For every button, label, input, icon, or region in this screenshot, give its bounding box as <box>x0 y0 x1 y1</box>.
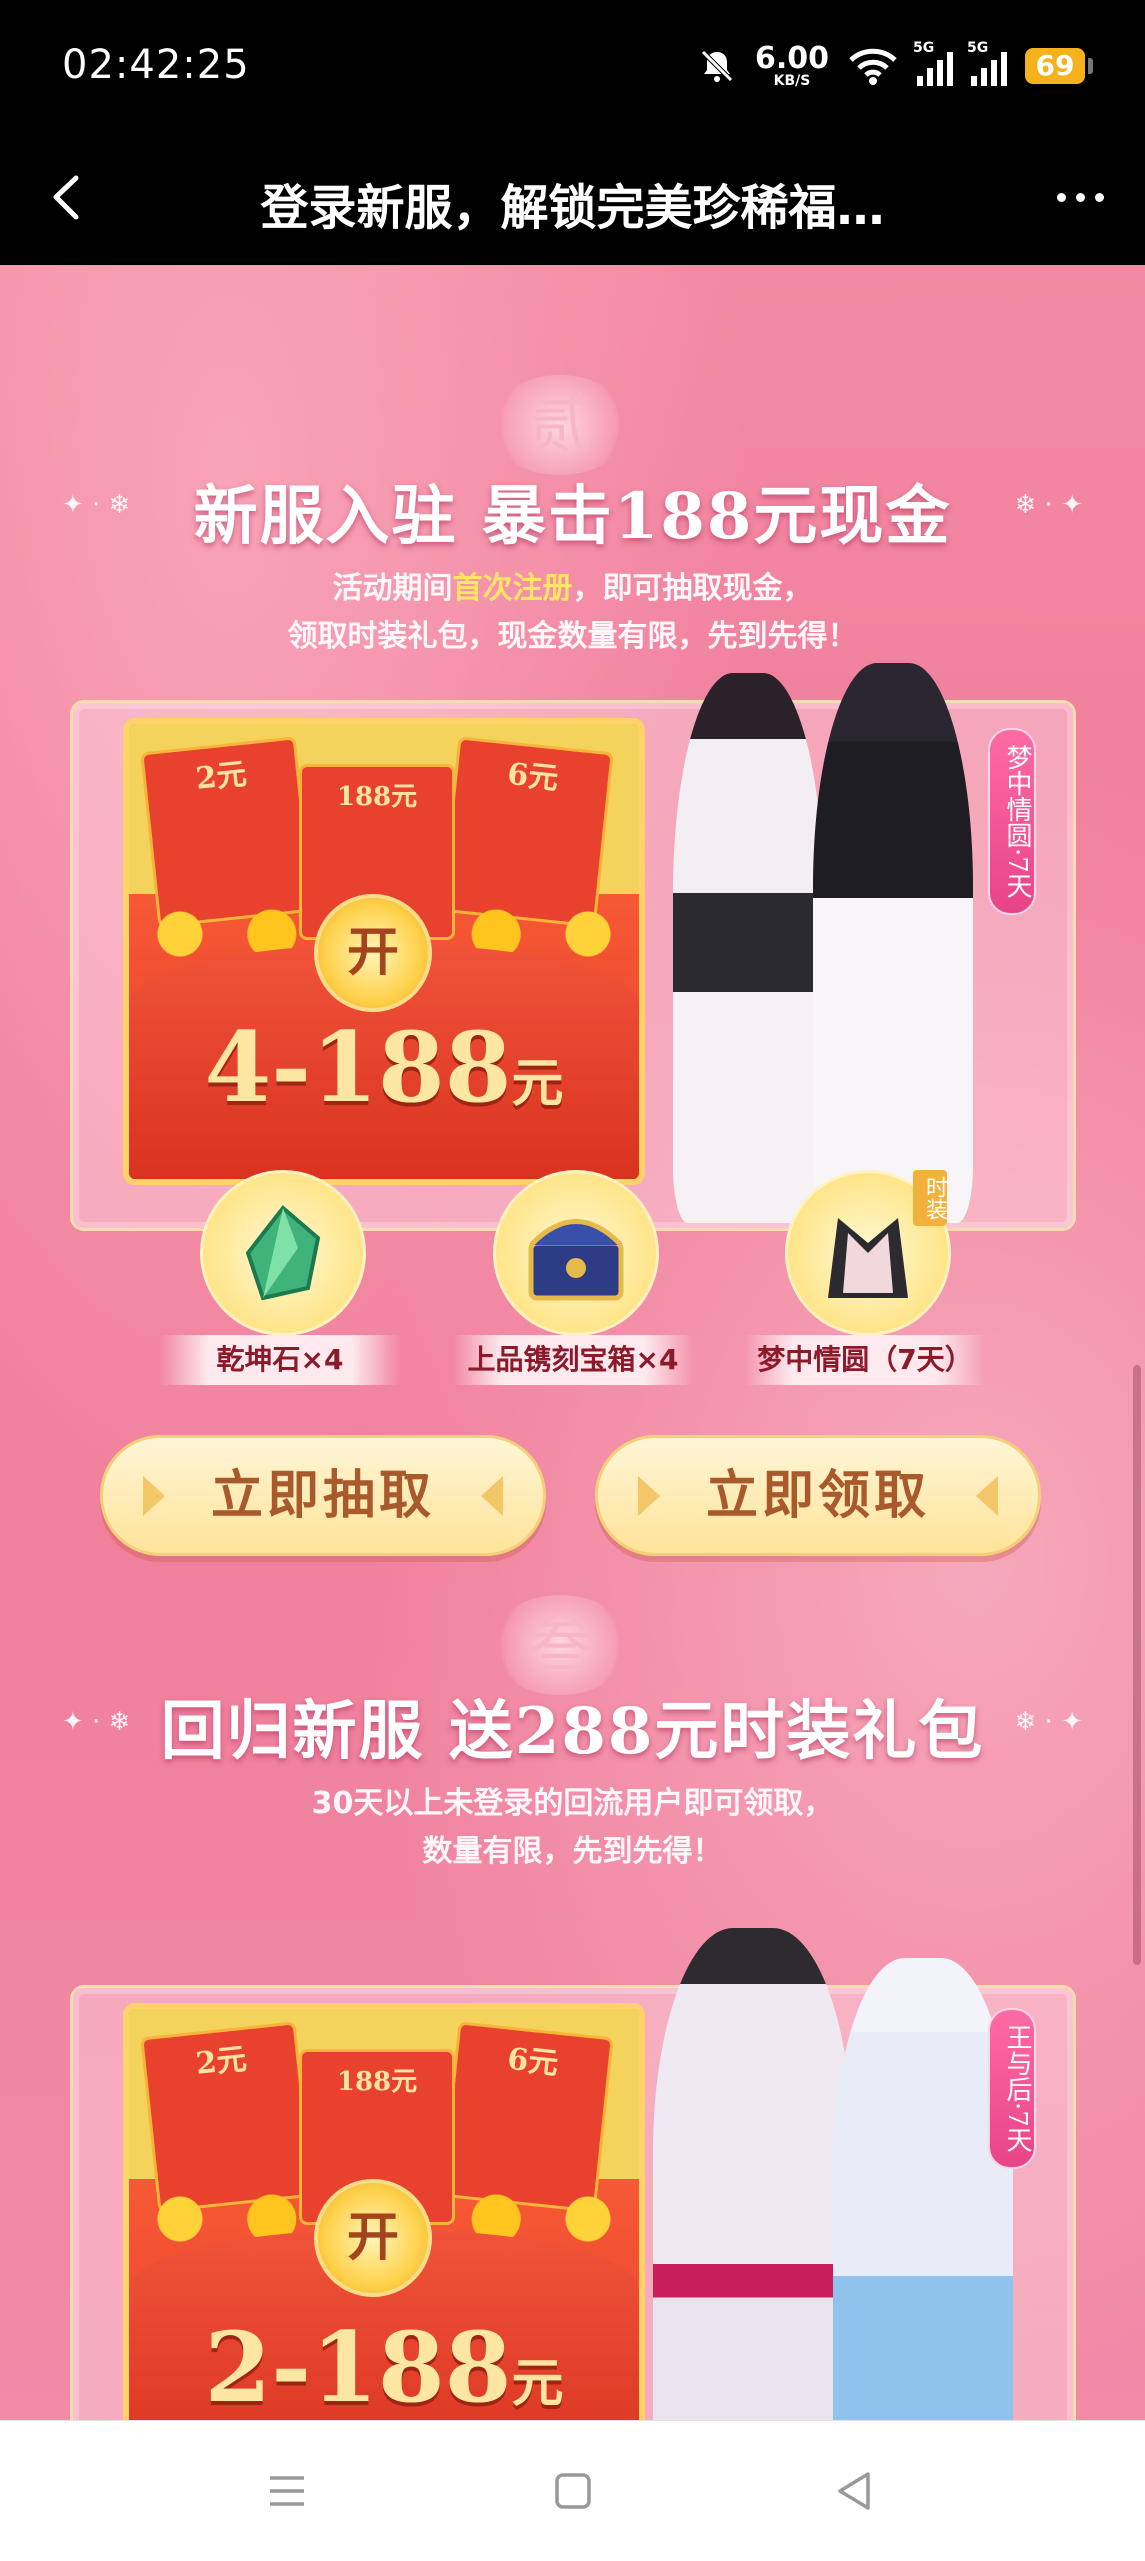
status-icons: 6.00 KB/S 5G 5G 69 <box>697 36 1093 96</box>
reward-label: 梦中情圆（7天） <box>745 1335 985 1385</box>
highlight-first-register: 首次注册 <box>452 571 573 606</box>
envelope-6-yuan: 6元 <box>440 2021 614 2213</box>
section-new-server: 贰 ✦ · ❄ ❄ · ✦ 新服入驻 暴击188元现金 活动期间首次注册，即可抽… <box>0 265 1145 1565</box>
male-character-illustration <box>813 663 973 1223</box>
envelope-2-yuan: 2元 <box>140 2021 314 2213</box>
section-returning-player: 叁 ✦ · ❄ ❄ · ✦ 回归新服 送288元时装礼包 30天以上未登录的回流… <box>0 1595 1145 2420</box>
queen-character-illustration <box>833 1958 1013 2420</box>
gem-icon <box>200 1170 366 1336</box>
scrollbar[interactable] <box>1133 1365 1141 1965</box>
wifi-icon <box>849 48 897 85</box>
section-description: 30天以上未登录的回流用户即可领取， 数量有限，先到先得！ <box>311 1786 834 1869</box>
reward-card: 2元 188元 6元 开 2-188元 王与后·7天 <box>70 1928 1076 2420</box>
section-title: 回归新服 送288元时装礼包 <box>160 1694 985 1769</box>
section-numeral: 贰 <box>490 375 630 475</box>
mute-notification-icon <box>701 50 733 82</box>
battery-icon: 69 <box>1025 48 1093 84</box>
cash-amount: 2-188元 <box>204 2311 564 2420</box>
event-page[interactable]: 贰 ✦ · ❄ ❄ · ✦ 新服入驻 暴击188元现金 活动期间首次注册，即可抽… <box>0 265 1145 2420</box>
more-menu-icon[interactable] <box>1045 170 1115 225</box>
section-title: 新服入驻 暴击188元现金 <box>193 479 952 554</box>
signal-icon-sim2: 5G <box>967 40 1007 86</box>
costume-duration-tag: 梦中情圆·7天 <box>988 728 1036 915</box>
fashion-badge: 时装 <box>913 1170 947 1226</box>
home-icon[interactable] <box>548 2466 598 2516</box>
cash-amount: 4-188元 <box>204 1011 564 1124</box>
claim-now-button[interactable]: 立即领取 <box>595 1435 1041 1556</box>
network-speed: 6.00 KB/S <box>754 41 829 89</box>
open-envelope-button[interactable]: 开 <box>314 894 432 1012</box>
clock: 02:42:25 <box>62 42 250 88</box>
open-envelope-button[interactable]: 开 <box>314 2179 432 2297</box>
signal-icon-sim1: 5G <box>913 40 953 86</box>
female-character-illustration <box>673 673 823 1223</box>
reward-label: 上品镌刻宝箱×4 <box>453 1335 693 1385</box>
treasure-chest-icon <box>493 1170 659 1336</box>
reward-item-chest[interactable]: 上品镌刻宝箱×4 <box>453 1170 693 1385</box>
reward-item-costume[interactable]: 时装 梦中情圆（7天） <box>745 1170 985 1385</box>
costume-duration-tag: 王与后·7天 <box>988 2008 1036 2169</box>
section-description: 活动期间首次注册，即可抽取现金， 领取时装礼包，现金数量有限，先到先得！ <box>287 571 858 654</box>
system-nav-bar <box>0 2420 1145 2561</box>
reward-item-gem[interactable]: 乾坤石×4 <box>160 1170 400 1385</box>
envelope-6-yuan: 6元 <box>440 736 614 928</box>
reward-label: 乾坤石×4 <box>160 1335 400 1385</box>
nav-bar: 登录新服，解锁完美珍稀福… <box>0 130 1145 265</box>
red-envelope[interactable]: 2元 188元 6元 开 2-188元 <box>123 2003 645 2420</box>
king-character-illustration <box>653 1928 853 2420</box>
page-title: 登录新服，解锁完美珍稀福… <box>260 180 885 236</box>
envelope-2-yuan: 2元 <box>140 736 314 928</box>
draw-now-button[interactable]: 立即抽取 <box>100 1435 546 1556</box>
reward-card: 2元 188元 6元 开 4-188元 梦中情圆·7天 <box>70 663 1076 1231</box>
red-envelope[interactable]: 2元 188元 6元 开 4-188元 <box>123 718 645 1185</box>
status-bar: 02:42:25 6.00 KB/S 5G 5G 69 <box>0 0 1145 130</box>
menu-icon[interactable] <box>262 2466 312 2516</box>
back-triangle-icon[interactable] <box>830 2466 880 2516</box>
